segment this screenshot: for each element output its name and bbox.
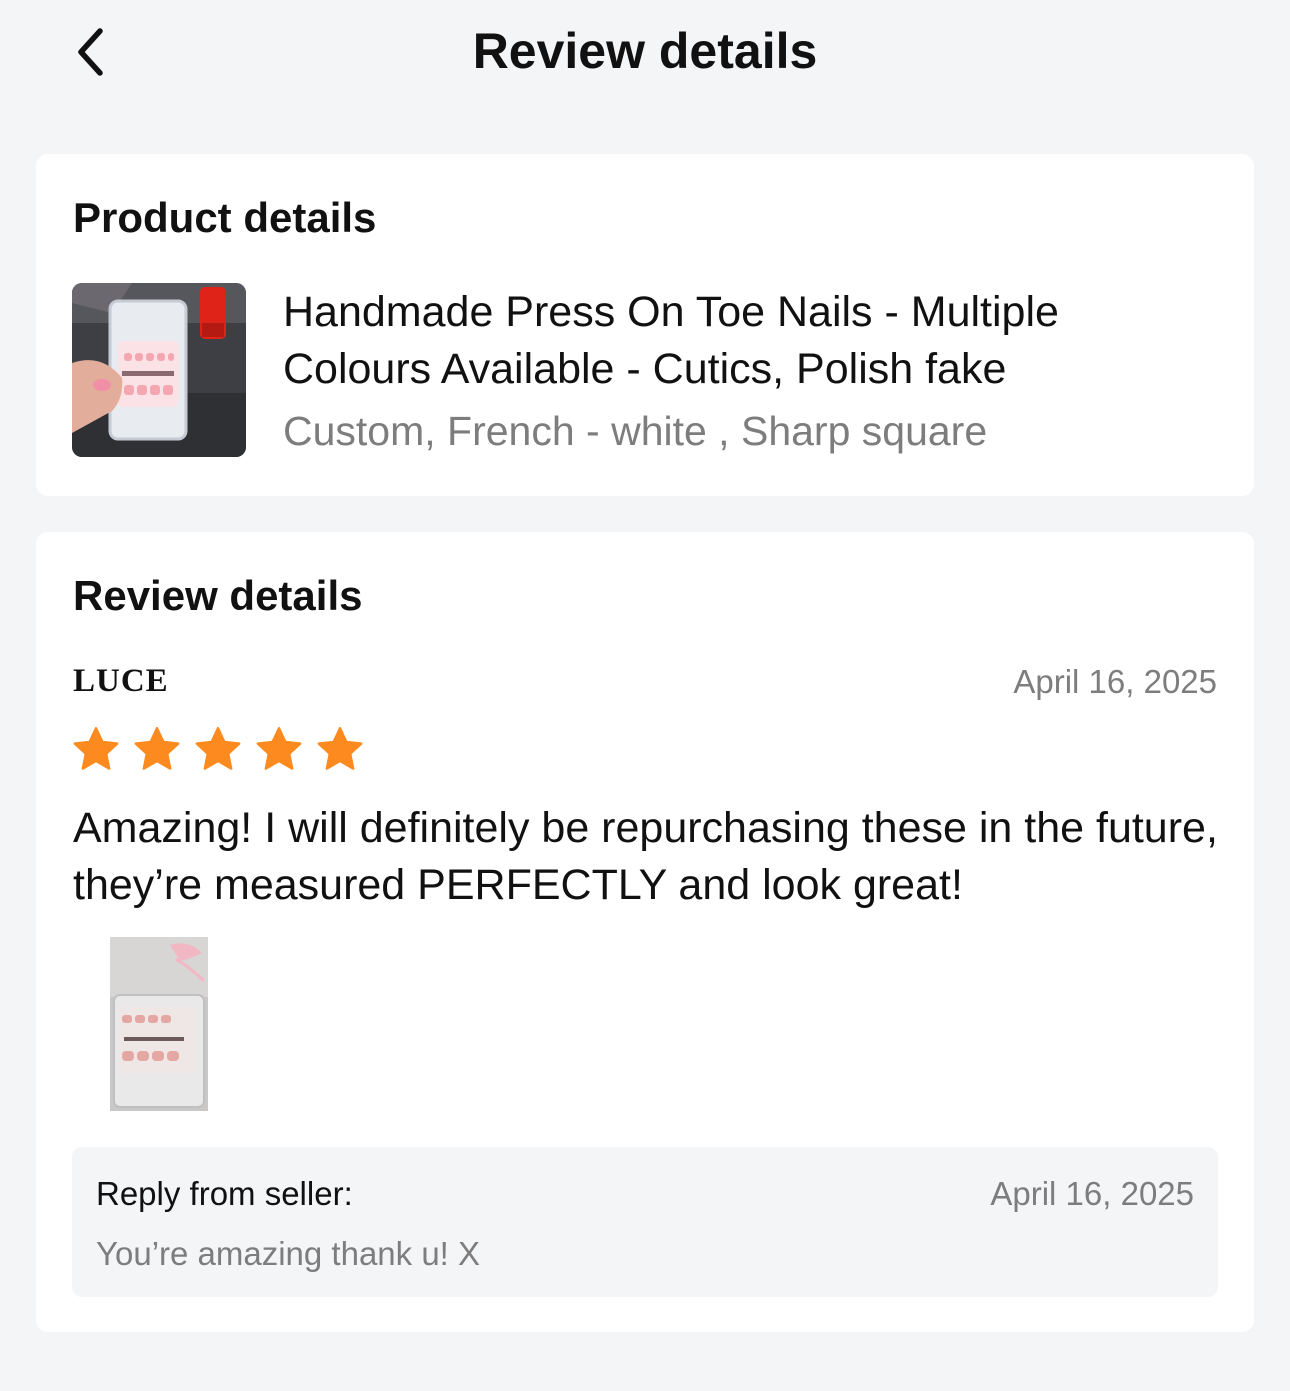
- reply-label: Reply from seller:: [96, 1175, 353, 1212]
- review-details-card: Review details LUCE April 16, 2025 Amazi…: [36, 532, 1254, 1332]
- star-icon: [317, 727, 363, 770]
- star-icon: [256, 727, 302, 770]
- reply-date: April 16, 2025: [990, 1175, 1194, 1212]
- reviewer-name: LUCE: [73, 663, 169, 699]
- product-name[interactable]: Handmade Press On Toe Nails - Multiple C…: [283, 284, 1183, 398]
- product-image: [72, 283, 246, 457]
- star-icon: [195, 727, 241, 770]
- seller-reply: Reply from seller: April 16, 2025 You’re…: [72, 1147, 1218, 1297]
- reply-text: You’re amazing thank u! X: [96, 1235, 481, 1272]
- review-photo[interactable]: [110, 937, 208, 1111]
- product-thumbnail[interactable]: [72, 283, 246, 457]
- product-variant: Custom, French - white , Sharp square: [283, 408, 988, 454]
- review-date: April 16, 2025: [1013, 663, 1217, 700]
- star-icon: [134, 727, 180, 770]
- review-section-title: Review details: [73, 572, 363, 619]
- review-text: Amazing! I will definitely be repurchasi…: [73, 804, 1218, 909]
- page-title: Review details: [472, 23, 818, 79]
- product-section-title: Product details: [73, 194, 377, 241]
- product-details-card: Product details Handmade Press On Toe Na: [36, 154, 1254, 496]
- top-bar: Review details: [0, 0, 1290, 110]
- star-icon: [73, 727, 119, 770]
- review-photo-image: [110, 937, 208, 1111]
- star-rating: [72, 725, 364, 773]
